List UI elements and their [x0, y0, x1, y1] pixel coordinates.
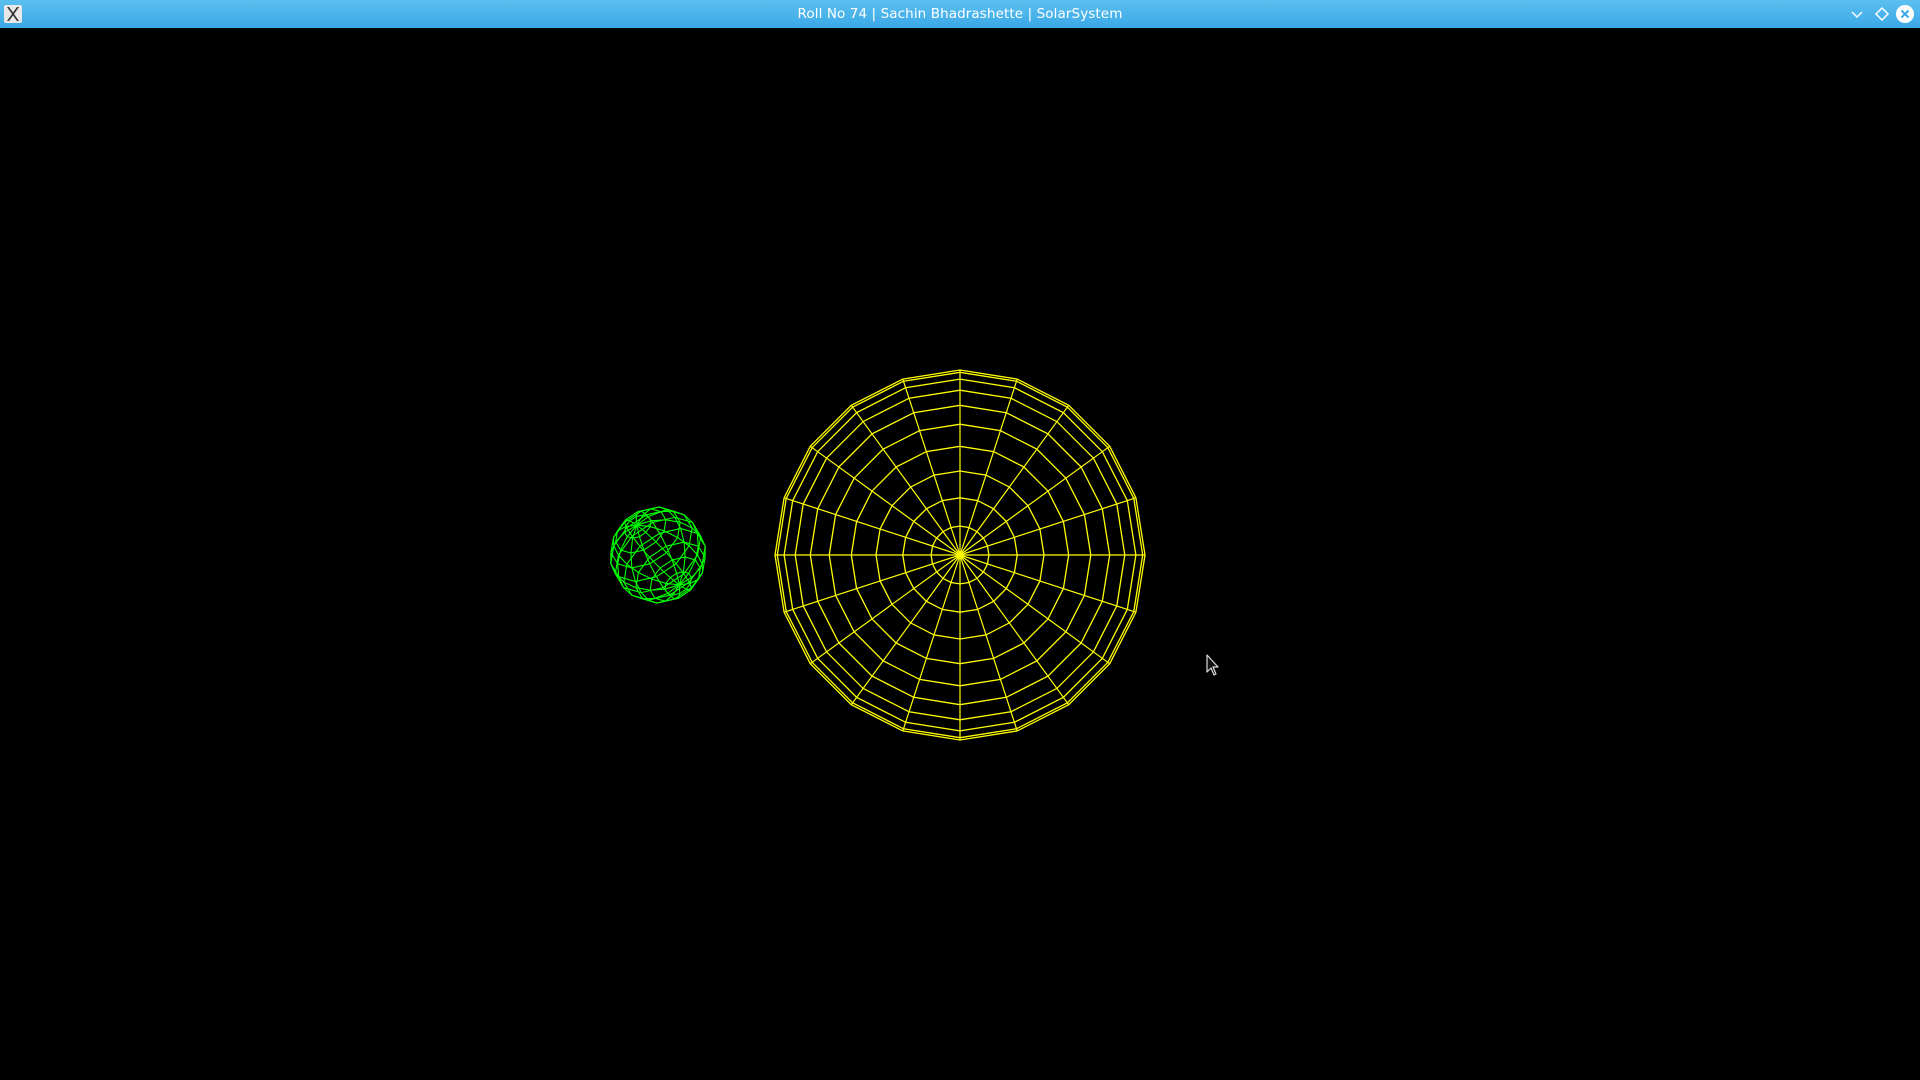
- sun-longitude-line: [959, 404, 1070, 556]
- sun-longitude-line: [902, 378, 961, 556]
- sun-wireframe-sphere: [774, 369, 1146, 741]
- title-bar[interactable]: Roll No 74 | Sachin Bhadrashette | Solar…: [0, 0, 1920, 28]
- close-button[interactable]: [1895, 4, 1915, 24]
- sun-longitude-line: [959, 554, 1070, 706]
- sun-longitude-line: [783, 554, 961, 613]
- window-title: Roll No 74 | Sachin Bhadrashette | Solar…: [797, 6, 1123, 22]
- sun-longitude-line: [850, 554, 961, 706]
- sun-longitude-line: [783, 497, 961, 556]
- close-icon: [1895, 4, 1915, 24]
- sun-longitude-line: [959, 378, 1018, 556]
- sun-longitude-line: [809, 445, 961, 556]
- maximize-button[interactable]: [1872, 4, 1892, 24]
- minimize-button[interactable]: [1847, 4, 1867, 24]
- mouse-cursor-icon: [1206, 654, 1222, 678]
- sun-longitude-line: [959, 554, 1111, 665]
- sun-longitude-line: [809, 554, 961, 665]
- sun-longitude-line: [850, 404, 961, 556]
- maximize-icon: [1872, 4, 1892, 24]
- sun-longitude-line: [959, 497, 1137, 556]
- sun-longitude-line: [959, 554, 1018, 732]
- planet-wireframe-sphere: [610, 506, 706, 604]
- sun-longitude-line: [959, 554, 1137, 613]
- render-canvas[interactable]: [0, 28, 1920, 1080]
- sun-longitude-line: [959, 445, 1111, 556]
- app-window: Roll No 74 | Sachin Bhadrashette | Solar…: [0, 0, 1920, 1080]
- minimize-icon: [1847, 4, 1867, 24]
- sun-longitude-line: [902, 554, 961, 732]
